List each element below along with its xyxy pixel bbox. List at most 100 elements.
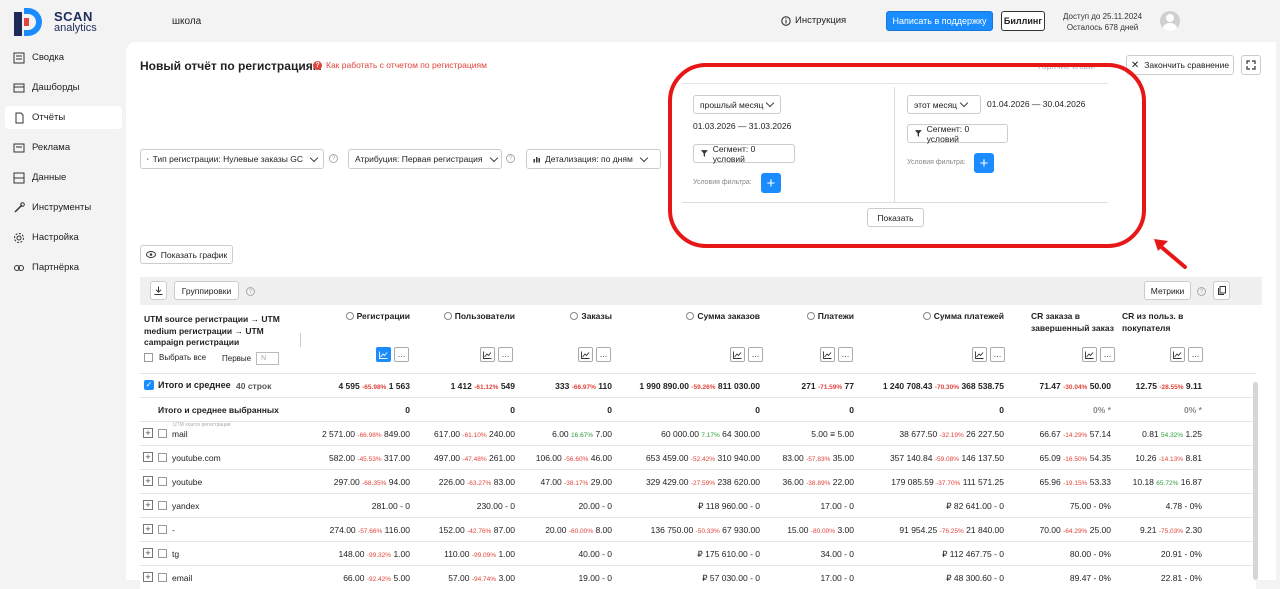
chart-toggle-button[interactable]	[578, 347, 593, 362]
sidebar-item-settings[interactable]: Настройка	[5, 226, 122, 249]
column-header[interactable]: Сумма заказов	[620, 311, 760, 323]
row-checkbox[interactable]	[158, 573, 167, 582]
avatar[interactable]	[1160, 11, 1180, 31]
select-all[interactable]: Выбрать все	[144, 353, 206, 362]
help-icon[interactable]	[922, 312, 931, 320]
more-button[interactable]: …	[838, 347, 853, 362]
expand-icon[interactable]: +	[143, 452, 153, 462]
row-checkbox[interactable]	[158, 453, 167, 462]
right-add-filter-button[interactable]: +	[974, 153, 994, 173]
table-row[interactable]: + mail UTM source регистрации 2 571.00 -66.…	[140, 421, 1256, 445]
billing-button[interactable]: Биллинг	[1001, 11, 1045, 31]
first-n-input[interactable]: N	[256, 352, 280, 365]
howto-link[interactable]: ? Как работать с отчетом по регистрациям	[313, 60, 487, 70]
chart-toggle-button[interactable]	[730, 347, 745, 362]
sidebar-item-data[interactable]: Данные	[5, 166, 122, 189]
sidebar-item-ads[interactable]: Реклама	[5, 136, 122, 159]
download-button[interactable]	[150, 281, 167, 300]
table-cell: 17.00 - 0	[820, 501, 854, 511]
fullscreen-button[interactable]	[1241, 55, 1261, 75]
right-date-range[interactable]: 01.04.2026 — 30.04.2026	[987, 99, 1085, 109]
help-icon[interactable]: ?	[329, 154, 338, 163]
more-button[interactable]: …	[1100, 347, 1115, 362]
help-icon[interactable]: ?	[246, 287, 255, 296]
right-period-select[interactable]: этот месяц	[907, 95, 981, 114]
instruction-link[interactable]: Инструкция	[781, 15, 846, 26]
more-button[interactable]: …	[596, 347, 611, 362]
row-checkbox[interactable]	[158, 477, 167, 486]
expand-icon[interactable]: +	[143, 476, 153, 486]
row-checkbox[interactable]	[158, 501, 167, 510]
registration-type-select[interactable]: Тип регистрации: Нулевые заказы GC	[140, 149, 324, 169]
expand-icon[interactable]: +	[143, 548, 153, 558]
metrics-button[interactable]: Метрики	[1144, 281, 1191, 300]
more-button[interactable]: …	[990, 347, 1005, 362]
column-header[interactable]: CR заказа в завершенный заказ	[1031, 311, 1121, 334]
left-date-range[interactable]: 01.03.2026 — 31.03.2026	[693, 121, 791, 131]
row-checkbox[interactable]	[158, 549, 167, 558]
support-button[interactable]: Написать в поддержку	[886, 11, 993, 31]
expand-icon[interactable]: +	[143, 500, 153, 510]
chart-toggle-button[interactable]	[1082, 347, 1097, 362]
left-period-select[interactable]: прошлый месяц	[693, 95, 781, 114]
expand-icon[interactable]: +	[143, 524, 153, 534]
chart-toggle-button[interactable]	[1170, 347, 1185, 362]
select-all-checkbox[interactable]	[144, 353, 153, 362]
sidebar-item-summary[interactable]: Сводка	[5, 46, 122, 69]
groupings-button[interactable]: Группировки	[174, 281, 239, 300]
table-row[interactable]: + - 274.00 -57.66% 116.00 152.00 -42.76% 87…	[140, 517, 1256, 541]
show-graph-button[interactable]: Показать график	[140, 245, 233, 264]
more-button[interactable]: …	[394, 347, 409, 362]
column-header[interactable]: Сумма платежей	[844, 311, 1004, 323]
logo[interactable]: SCAN analytics	[12, 6, 112, 38]
help-icon[interactable]: ?	[1197, 287, 1206, 296]
current-value: 20.00 - 0	[578, 501, 612, 511]
help-icon[interactable]	[345, 312, 354, 320]
help-icon[interactable]	[806, 312, 815, 320]
finish-compare-button[interactable]: ✕ Закончить сравнение	[1126, 55, 1234, 75]
current-value: 238 620.00	[717, 477, 760, 487]
detail-select[interactable]: Детализация: по дням	[526, 149, 661, 169]
table-scrollbar[interactable]	[1253, 382, 1258, 580]
row-checkbox[interactable]	[158, 525, 167, 534]
line-chart-icon	[483, 351, 492, 359]
column-header[interactable]: Регистрации	[280, 311, 410, 323]
sidebar-item-dashboards[interactable]: Дашборды	[5, 76, 122, 99]
column-header[interactable]: Платежи	[754, 311, 854, 323]
help-icon[interactable]	[443, 312, 452, 320]
table-row[interactable]: + youtube.com 582.00 -45.53% 317.00 497.00 …	[140, 445, 1256, 469]
hot-keys-link[interactable]: Горячие клави	[1038, 61, 1095, 71]
show-button[interactable]: Показать	[867, 208, 924, 227]
more-button[interactable]: …	[498, 347, 513, 362]
sidebar-item-tools[interactable]: Инструменты	[5, 196, 122, 219]
chart-toggle-button[interactable]	[376, 347, 391, 362]
column-header[interactable]: Пользователи	[395, 311, 515, 323]
table-row[interactable]: + youtube 297.00 -68.35% 94.00 226.00 -63.2…	[140, 469, 1256, 493]
more-button[interactable]: …	[748, 347, 763, 362]
table-row[interactable]: + tg 148.00 -99.32% 1.00 110.00 -99.09% 1.0…	[140, 541, 1256, 565]
left-add-filter-button[interactable]: +	[761, 173, 781, 193]
sidebar-item-partner[interactable]: Партнёрка	[5, 256, 122, 279]
column-header[interactable]: Заказы	[502, 311, 612, 323]
expand-icon[interactable]: +	[143, 428, 153, 438]
column-header[interactable]: CR из польз. в покупателя	[1122, 311, 1212, 334]
expand-icon[interactable]: +	[143, 572, 153, 582]
sidebar-item-reports[interactable]: Отчёты	[5, 106, 122, 129]
left-segment-button[interactable]: Сегмент: 0 условий	[693, 144, 795, 164]
help-icon[interactable]	[570, 312, 579, 320]
more-button[interactable]: …	[1188, 347, 1203, 362]
right-segment-button[interactable]: Сегмент: 0 условий	[907, 124, 1008, 144]
project-name[interactable]: школа	[172, 16, 201, 27]
copy-button[interactable]	[1213, 281, 1230, 300]
help-icon[interactable]	[686, 312, 695, 320]
row-checkbox[interactable]	[158, 429, 167, 438]
table-row[interactable]: + yandex 281.00 - 0 230.00 - 0 20.00 - 0 ₽ 11…	[140, 493, 1256, 517]
chart-toggle-button[interactable]	[972, 347, 987, 362]
right-period-value: этот месяц	[914, 99, 958, 110]
chart-toggle-button[interactable]	[820, 347, 835, 362]
chart-toggle-button[interactable]	[480, 347, 495, 362]
help-icon[interactable]: ?	[506, 154, 515, 163]
attribution-select[interactable]: Атрибуция: Первая регистрация	[348, 149, 502, 169]
total-checkbox[interactable]: ✓	[144, 380, 154, 390]
table-row[interactable]: + email 66.00 -92.42% 5.00 57.00 -94.74% 3.…	[140, 565, 1256, 589]
